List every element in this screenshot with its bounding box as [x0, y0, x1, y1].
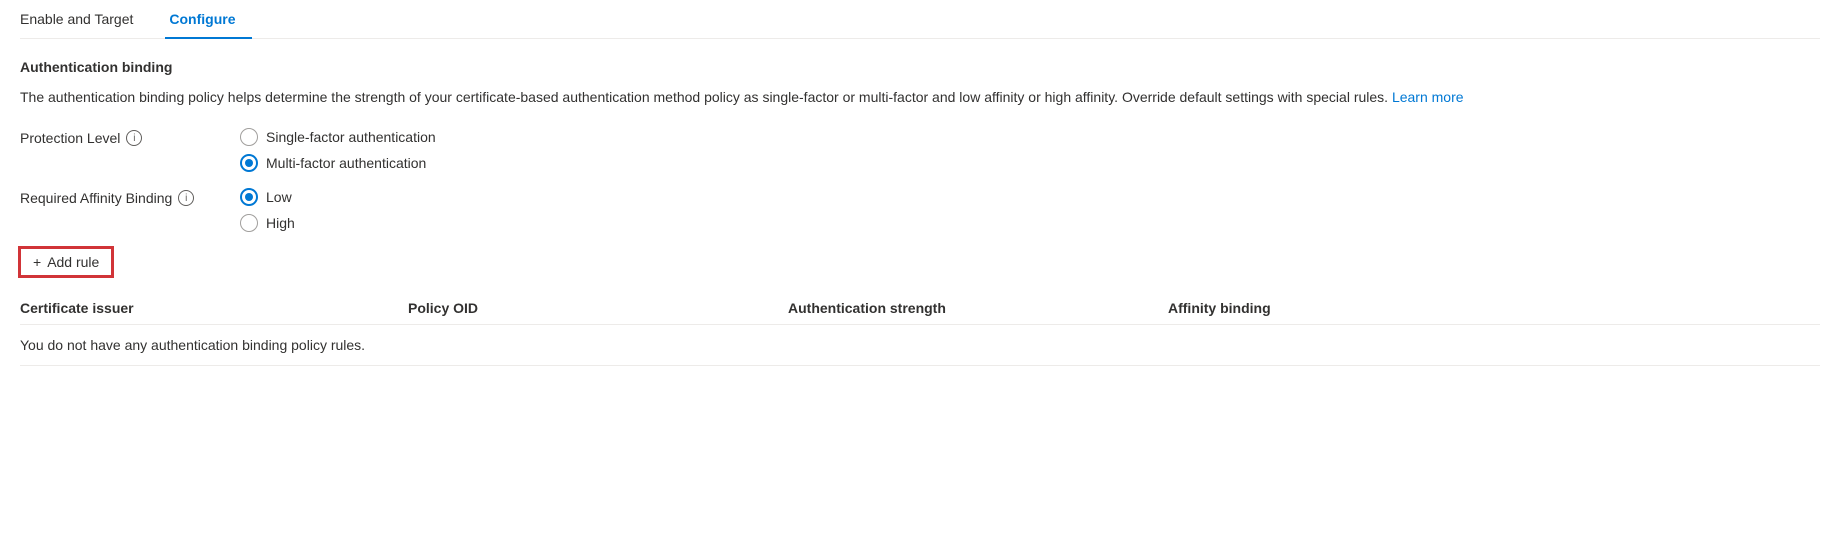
table-header: Certificate issuer Policy OID Authentica…	[20, 292, 1820, 325]
affinity-binding-row: Required Affinity Binding i Low High	[20, 188, 1820, 232]
affinity-binding-label: Required Affinity Binding i	[20, 188, 240, 206]
protection-level-label: Protection Level i	[20, 128, 240, 146]
tabs-bar: Enable and Target Configure	[20, 0, 1820, 39]
learn-more-link[interactable]: Learn more	[1392, 89, 1464, 105]
column-affinity-binding: Affinity binding	[1160, 300, 1540, 316]
multi-factor-label: Multi-factor authentication	[266, 155, 426, 171]
multi-factor-option[interactable]: Multi-factor authentication	[240, 154, 436, 172]
high-affinity-radio[interactable]	[240, 214, 258, 232]
column-certificate-issuer: Certificate issuer	[20, 300, 400, 316]
column-auth-strength: Authentication strength	[780, 300, 1160, 316]
tab-configure[interactable]: Configure	[165, 1, 251, 39]
single-factor-option[interactable]: Single-factor authentication	[240, 128, 436, 146]
page-container: Enable and Target Configure Authenticati…	[0, 0, 1840, 541]
add-rule-label: Add rule	[47, 254, 99, 270]
affinity-binding-options: Low High	[240, 188, 295, 232]
multi-factor-radio[interactable]	[240, 154, 258, 172]
high-affinity-option[interactable]: High	[240, 214, 295, 232]
section-description: The authentication binding policy helps …	[20, 87, 1720, 108]
high-affinity-label: High	[266, 215, 295, 231]
low-affinity-radio[interactable]	[240, 188, 258, 206]
single-factor-radio[interactable]	[240, 128, 258, 146]
tab-enable-target[interactable]: Enable and Target	[20, 1, 149, 39]
add-rule-button[interactable]: + Add rule	[20, 248, 112, 276]
add-rule-plus-icon: +	[33, 254, 41, 270]
table-empty-message: You do not have any authentication bindi…	[20, 325, 1820, 365]
single-factor-label: Single-factor authentication	[266, 129, 436, 145]
low-affinity-option[interactable]: Low	[240, 188, 295, 206]
low-affinity-label: Low	[266, 189, 292, 205]
table-body: You do not have any authentication bindi…	[20, 325, 1820, 366]
affinity-binding-info-icon[interactable]: i	[178, 190, 194, 206]
protection-level-row: Protection Level i Single-factor authent…	[20, 128, 1820, 172]
protection-level-info-icon[interactable]: i	[126, 130, 142, 146]
section-title: Authentication binding	[20, 59, 1820, 75]
protection-level-options: Single-factor authentication Multi-facto…	[240, 128, 436, 172]
description-text: The authentication binding policy helps …	[20, 89, 1388, 105]
column-policy-oid: Policy OID	[400, 300, 780, 316]
